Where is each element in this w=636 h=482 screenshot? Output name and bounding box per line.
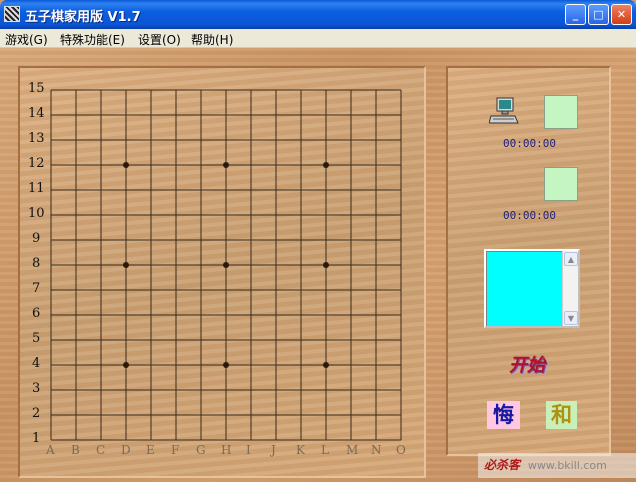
col-label: N: [371, 443, 382, 457]
player2-color-box: [544, 167, 578, 201]
row-label: 1: [32, 431, 41, 446]
maximize-button[interactable]: □: [588, 4, 609, 25]
col-label: K: [296, 443, 305, 457]
gomoku-board[interactable]: [0, 48, 430, 482]
col-label: M: [346, 443, 359, 457]
menu-help[interactable]: 帮助(H): [191, 31, 233, 48]
row-label: 3: [32, 381, 41, 396]
menu-game[interactable]: 游戏(G): [5, 31, 48, 48]
computer-icon: [489, 97, 519, 124]
scroll-up-icon[interactable]: ▲: [564, 252, 578, 266]
row-label: 12: [28, 156, 45, 171]
col-label: F: [171, 443, 180, 457]
close-button[interactable]: ✕: [611, 4, 632, 25]
row-label: 6: [32, 306, 41, 321]
star-point: [123, 262, 129, 268]
row-label: 14: [28, 106, 45, 121]
watermark-url: www.bkill.com: [527, 459, 607, 472]
draw-button[interactable]: 和: [546, 401, 577, 429]
col-label: O: [396, 443, 406, 457]
star-point: [123, 362, 129, 368]
player2-timer: 00:00:00: [503, 209, 556, 222]
col-label: D: [121, 443, 131, 457]
row-label: 5: [32, 331, 41, 346]
message-scrollbar[interactable]: ▲ ▼: [562, 251, 578, 326]
row-label: 13: [28, 131, 45, 146]
row-label: 9: [32, 231, 41, 246]
row-label: 7: [32, 281, 41, 296]
start-button[interactable]: 开始: [509, 351, 545, 377]
row-label: 2: [32, 406, 41, 421]
menu-special[interactable]: 特殊功能(E): [60, 31, 125, 48]
minimize-button[interactable]: _: [565, 4, 586, 25]
star-point: [323, 262, 329, 268]
col-label: G: [196, 443, 206, 457]
col-label: A: [46, 443, 55, 457]
menu-bar: 游戏(G) 特殊功能(E) 设置(O) 帮助(H): [0, 29, 636, 48]
row-label: 11: [28, 181, 45, 196]
player1-timer: 00:00:00: [503, 137, 556, 150]
scroll-down-icon[interactable]: ▼: [564, 311, 578, 325]
star-point: [223, 362, 229, 368]
player1-color-box: [544, 95, 578, 129]
col-label: I: [246, 443, 251, 457]
col-label: C: [96, 443, 106, 457]
col-label: B: [71, 443, 80, 457]
col-label: H: [221, 443, 232, 457]
star-point: [223, 262, 229, 268]
menu-settings[interactable]: 设置(O): [138, 31, 181, 48]
row-label: 15: [28, 81, 45, 96]
col-label: E: [146, 443, 155, 457]
col-label: L: [321, 443, 329, 457]
star-point: [323, 162, 329, 168]
message-box[interactable]: ▲ ▼: [484, 249, 580, 328]
title-bar: 五子棋家用版 V1.7 _ □ ✕: [0, 0, 636, 29]
star-point: [323, 362, 329, 368]
row-label: 4: [32, 356, 41, 371]
watermark: 必杀客 www.bkill.com: [478, 453, 636, 478]
window-title: 五子棋家用版 V1.7: [25, 10, 141, 25]
watermark-brand: 必杀客: [484, 458, 521, 472]
row-label: 10: [28, 206, 45, 221]
col-label: J: [271, 443, 276, 457]
star-point: [223, 162, 229, 168]
star-point: [123, 162, 129, 168]
undo-button[interactable]: 悔: [487, 401, 520, 429]
row-label: 8: [32, 256, 41, 271]
app-icon[interactable]: [4, 6, 20, 22]
